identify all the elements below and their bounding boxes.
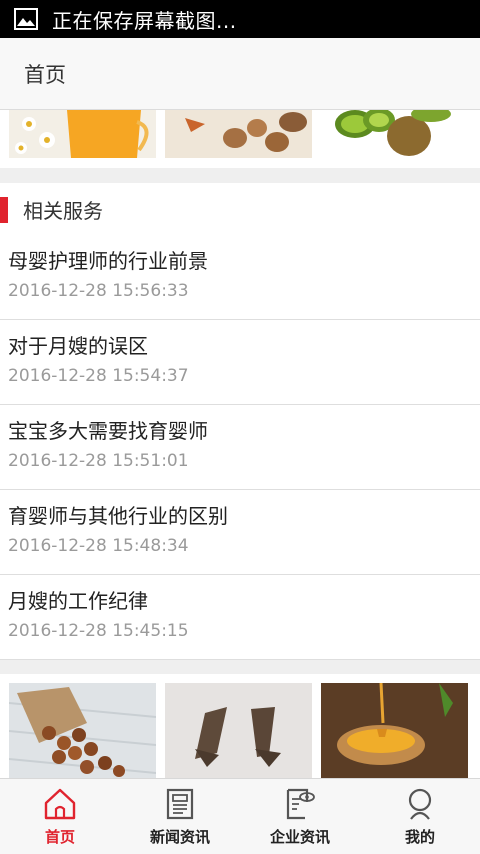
product-image-juice[interactable]	[9, 110, 156, 158]
news-item[interactable]: 宝宝多大需要找育婴师 2016-12-28 15:51:01	[0, 405, 480, 490]
home-icon	[44, 788, 76, 820]
news-title: 育婴师与其他行业的区别	[8, 504, 228, 528]
status-text: 正在保存屏幕截图...	[52, 8, 237, 33]
product-image-kiwi[interactable]	[321, 110, 468, 158]
news-item[interactable]: 对于月嫂的误区 2016-12-28 15:54:37	[0, 320, 480, 405]
product-image-roots[interactable]	[165, 683, 312, 778]
product-image-honey[interactable]	[321, 683, 468, 778]
user-icon	[408, 788, 432, 820]
news-item[interactable]: 母婴护理师的行业前景 2016-12-28 15:56:33	[0, 235, 480, 320]
tab-label: 首页	[44, 828, 75, 846]
tab-home[interactable]: 首页	[0, 779, 120, 854]
section-header: 相关服务	[0, 183, 480, 235]
status-bar: 正在保存屏幕截图...	[0, 0, 480, 38]
news-item[interactable]: 育婴师与其他行业的区别 2016-12-28 15:48:34	[0, 490, 480, 575]
news-date: 2016-12-28 15:48:34	[8, 536, 189, 556]
bottom-image-row	[0, 674, 480, 778]
top-image-row	[0, 110, 480, 168]
image-icon	[14, 8, 38, 30]
section-accent-bar	[0, 197, 8, 223]
tab-mine[interactable]: 我的	[360, 779, 480, 854]
news-date: 2016-12-28 15:54:37	[8, 366, 189, 386]
newspaper-icon	[166, 788, 194, 820]
news-item[interactable]: 月嫂的工作纪律 2016-12-28 15:45:15	[0, 575, 480, 660]
page-title: 首页	[24, 62, 66, 87]
tab-label: 新闻资讯	[149, 828, 210, 846]
news-title: 月嫂的工作纪律	[8, 589, 148, 613]
news-date: 2016-12-28 15:56:33	[8, 281, 189, 301]
document-eye-icon	[286, 788, 315, 820]
bottom-tab-bar: 首页 新闻资讯 企业资讯 我的	[0, 778, 480, 854]
news-date: 2016-12-28 15:45:15	[8, 621, 189, 641]
news-date: 2016-12-28 15:51:01	[8, 451, 189, 471]
tab-label: 企业资讯	[269, 828, 330, 846]
product-image-hazelnuts[interactable]	[9, 683, 156, 778]
app-header: 首页	[0, 38, 480, 110]
news-title: 宝宝多大需要找育婴师	[8, 419, 208, 443]
news-title: 母婴护理师的行业前景	[8, 249, 208, 273]
tab-company-news[interactable]: 企业资讯	[240, 779, 360, 854]
news-title: 对于月嫂的误区	[8, 334, 148, 358]
product-image-walnuts[interactable]	[165, 110, 312, 158]
related-services-section: 相关服务 母婴护理师的行业前景 2016-12-28 15:56:33 对于月嫂…	[0, 183, 480, 660]
tab-label: 我的	[404, 828, 435, 846]
tab-news[interactable]: 新闻资讯	[120, 779, 240, 854]
section-title: 相关服务	[23, 198, 103, 223]
